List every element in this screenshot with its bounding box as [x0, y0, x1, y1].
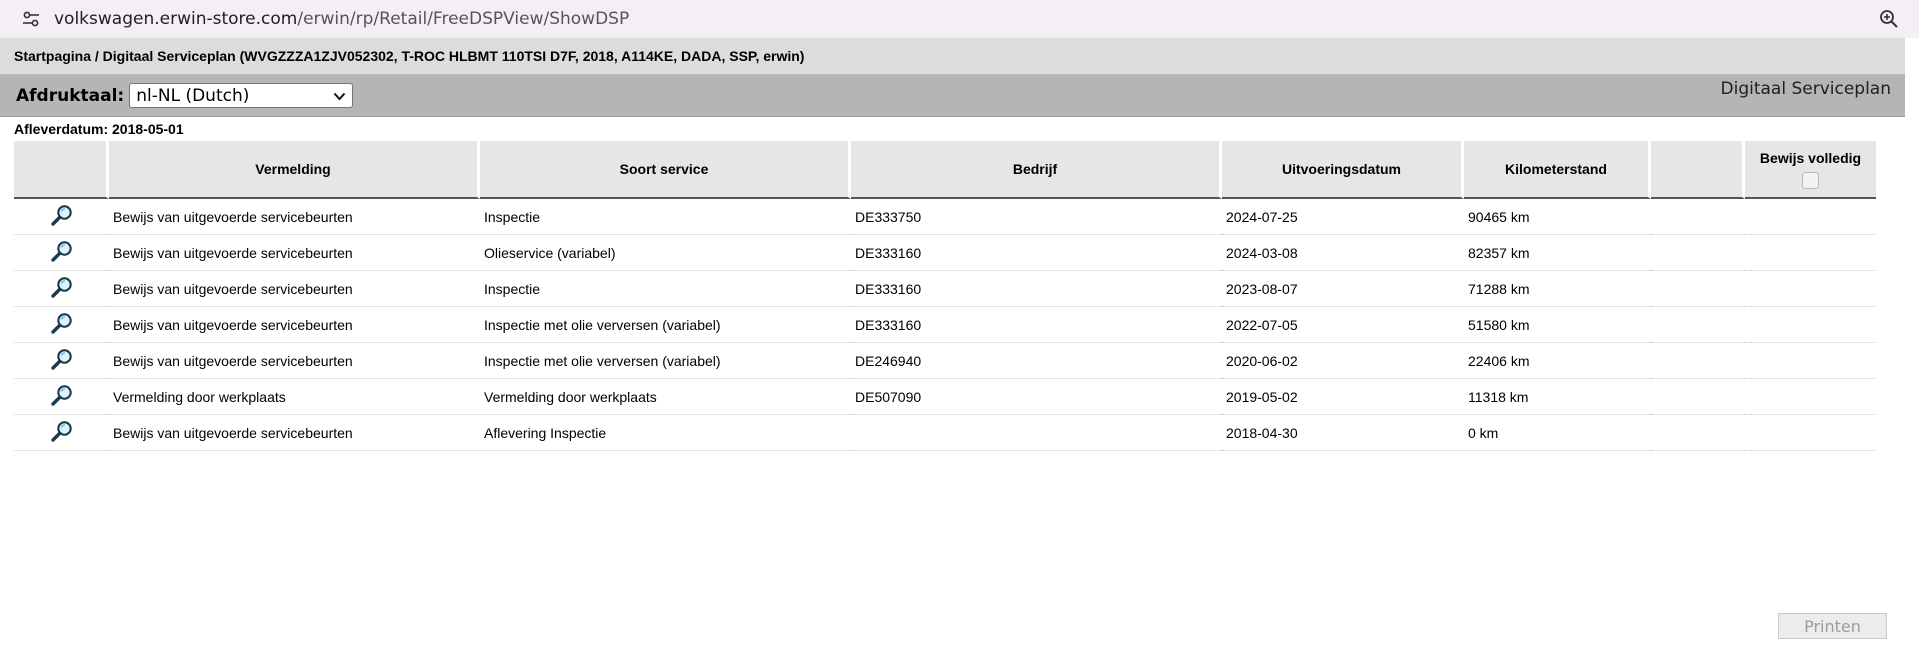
view-record-cell[interactable] — [14, 199, 109, 235]
language-label: Afdruktaal: — [16, 85, 125, 106]
cell-bewijs-volledig — [1745, 379, 1876, 415]
view-record-cell[interactable] — [14, 415, 109, 451]
col-header-kilometerstand: Kilometerstand — [1464, 141, 1651, 199]
col-header-vermelding: Vermelding — [109, 141, 480, 199]
url-path: /erwin/rp/Retail/FreeDSPView/ShowDSP — [297, 9, 630, 29]
cell-bewijs-volledig — [1745, 271, 1876, 307]
cell-soort-service: Inspectie met olie verversen (variabel) — [480, 307, 851, 343]
magnifier-icon[interactable] — [50, 313, 74, 338]
col-header-empty — [1651, 141, 1745, 199]
cell-kilometerstand: 22406 km — [1464, 343, 1651, 379]
language-select[interactable]: nl-NL (Dutch) — [129, 83, 354, 108]
cell-empty — [1651, 343, 1745, 379]
cell-bedrijf: DE333160 — [851, 235, 1222, 271]
table-row: Bewijs van uitgevoerde servicebeurten In… — [14, 199, 1876, 235]
view-record-cell[interactable] — [14, 343, 109, 379]
cell-empty — [1651, 199, 1745, 235]
view-record-cell[interactable] — [14, 271, 109, 307]
magnifier-icon[interactable] — [50, 421, 74, 446]
col-header-uitvoeringsdatum: Uitvoeringsdatum — [1222, 141, 1464, 199]
cell-bedrijf: DE507090 — [851, 379, 1222, 415]
cell-vermelding: Bewijs van uitgevoerde servicebeurten — [109, 307, 480, 343]
table-row: Bewijs van uitgevoerde servicebeurten In… — [14, 343, 1876, 379]
col-header-bedrijf: Bedrijf — [851, 141, 1222, 199]
page-content: Startpagina / Digitaal Serviceplan (WVGZ… — [0, 38, 1905, 667]
cell-bedrijf: DE246940 — [851, 343, 1222, 379]
chevron-down-icon — [333, 86, 346, 106]
table-row: Vermelding door werkplaats Vermelding do… — [14, 379, 1876, 415]
magnifier-icon[interactable] — [50, 277, 74, 302]
col-header-bewijs-volledig: Bewijs volledig — [1745, 141, 1876, 199]
delivery-date: Afleverdatum: 2018-05-01 — [14, 121, 184, 137]
cell-bedrijf: DE333160 — [851, 271, 1222, 307]
cell-vermelding: Bewijs van uitgevoerde servicebeurten — [109, 415, 480, 451]
cell-uitvoeringsdatum: 2022-07-05 — [1222, 307, 1464, 343]
view-record-cell[interactable] — [14, 235, 109, 271]
magnifier-icon[interactable] — [50, 205, 74, 230]
cell-bewijs-volledig — [1745, 235, 1876, 271]
cell-bewijs-volledig — [1745, 307, 1876, 343]
url-host: volkswagen.erwin-store.com — [54, 9, 298, 29]
language-select-value: nl-NL (Dutch) — [136, 85, 250, 106]
cell-vermelding: Bewijs van uitgevoerde servicebeurten — [109, 343, 480, 379]
cell-bedrijf: DE333160 — [851, 307, 1222, 343]
cell-uitvoeringsdatum: 2024-07-25 — [1222, 199, 1464, 235]
col-header-icon — [14, 141, 109, 199]
cell-kilometerstand: 11318 km — [1464, 379, 1651, 415]
cell-uitvoeringsdatum: 2020-06-02 — [1222, 343, 1464, 379]
cell-vermelding: Vermelding door werkplaats — [109, 379, 480, 415]
magnifier-icon[interactable] — [50, 349, 74, 374]
cell-empty — [1651, 235, 1745, 271]
cell-kilometerstand: 51580 km — [1464, 307, 1651, 343]
table-row: Bewijs van uitgevoerde servicebeurten In… — [14, 271, 1876, 307]
view-record-cell[interactable] — [14, 307, 109, 343]
cell-vermelding: Bewijs van uitgevoerde servicebeurten — [109, 271, 480, 307]
cell-soort-service: Inspectie — [480, 271, 851, 307]
table-row: Bewijs van uitgevoerde servicebeurten Ol… — [14, 235, 1876, 271]
cell-soort-service: Aflevering Inspectie — [480, 415, 851, 451]
url-text[interactable]: volkswagen.erwin-store.com/erwin/rp/Reta… — [54, 9, 1877, 29]
cell-vermelding: Bewijs van uitgevoerde servicebeurten — [109, 199, 480, 235]
table-row: Bewijs van uitgevoerde servicebeurten In… — [14, 307, 1876, 343]
cell-soort-service: Inspectie met olie verversen (variabel) — [480, 343, 851, 379]
cell-bewijs-volledig — [1745, 415, 1876, 451]
cell-soort-service: Vermelding door werkplaats — [480, 379, 851, 415]
cell-empty — [1651, 379, 1745, 415]
cell-bedrijf — [851, 415, 1222, 451]
magnifier-icon[interactable] — [50, 385, 74, 410]
cell-soort-service: Inspectie — [480, 199, 851, 235]
service-table: Vermelding Soort service Bedrijf Uitvoer… — [14, 141, 1876, 451]
cell-uitvoeringsdatum: 2018-04-30 — [1222, 415, 1464, 451]
cell-uitvoeringsdatum: 2019-05-02 — [1222, 379, 1464, 415]
magnifier-icon[interactable] — [50, 241, 74, 266]
bewijs-volledig-checkbox[interactable] — [1802, 171, 1819, 189]
toolbar: Afdruktaal: nl-NL (Dutch) Digitaal Servi… — [0, 75, 1905, 117]
print-button[interactable]: Printen — [1778, 613, 1887, 639]
col-header-soort-service: Soort service — [480, 141, 851, 199]
cell-empty — [1651, 307, 1745, 343]
cell-empty — [1651, 271, 1745, 307]
zoom-in-icon[interactable] — [1877, 7, 1901, 31]
scrollbar-gutter — [1905, 38, 1919, 667]
table-row: Bewijs van uitgevoerde servicebeurten Af… — [14, 415, 1876, 451]
cell-soort-service: Olieservice (variabel) — [480, 235, 851, 271]
browser-address-bar: volkswagen.erwin-store.com/erwin/rp/Reta… — [0, 0, 1919, 38]
cell-kilometerstand: 90465 km — [1464, 199, 1651, 235]
bewijs-volledig-label: Bewijs volledig — [1759, 149, 1862, 166]
cell-uitvoeringsdatum: 2024-03-08 — [1222, 235, 1464, 271]
cell-bewijs-volledig — [1745, 199, 1876, 235]
cell-bedrijf: DE333750 — [851, 199, 1222, 235]
cell-bewijs-volledig — [1745, 343, 1876, 379]
breadcrumb: Startpagina / Digitaal Serviceplan (WVGZ… — [0, 38, 1905, 75]
cell-kilometerstand: 0 km — [1464, 415, 1651, 451]
table-header-row: Vermelding Soort service Bedrijf Uitvoer… — [14, 141, 1876, 199]
cell-kilometerstand: 82357 km — [1464, 235, 1651, 271]
cell-kilometerstand: 71288 km — [1464, 271, 1651, 307]
cell-uitvoeringsdatum: 2023-08-07 — [1222, 271, 1464, 307]
cell-empty — [1651, 415, 1745, 451]
cell-vermelding: Bewijs van uitgevoerde servicebeurten — [109, 235, 480, 271]
tune-icon[interactable] — [20, 8, 42, 30]
view-record-cell[interactable] — [14, 379, 109, 415]
page-title: Digitaal Serviceplan — [1720, 79, 1892, 99]
